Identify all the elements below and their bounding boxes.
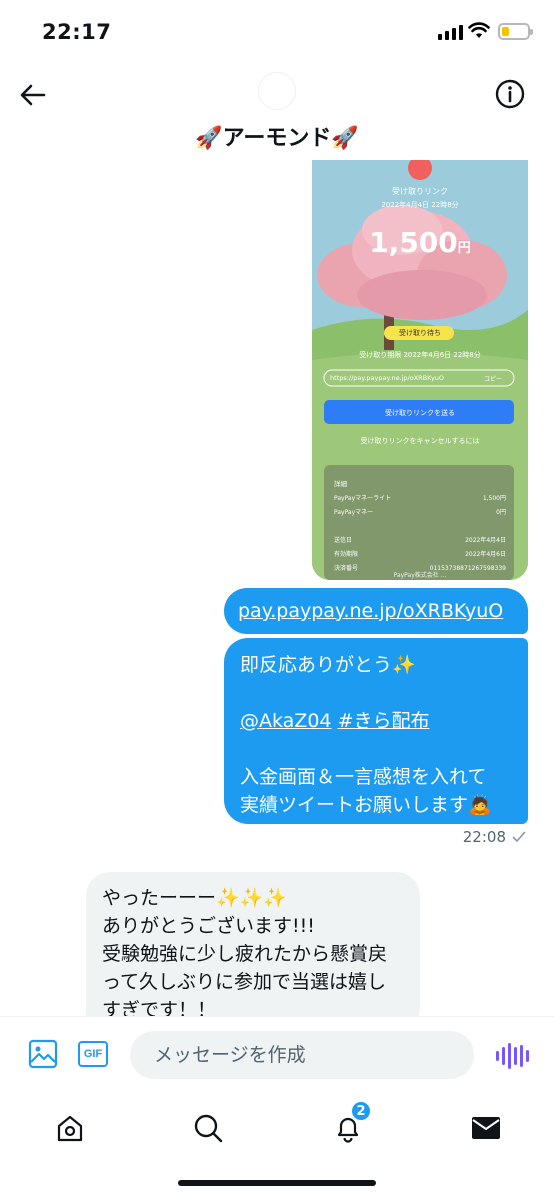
status-time: 22:17 bbox=[42, 20, 112, 44]
wifi-icon bbox=[468, 22, 490, 38]
details-row: 有効期限 2022年4月6日 bbox=[334, 551, 506, 558]
signal-icon bbox=[438, 24, 463, 40]
mention-link[interactable]: @AkaZ04 bbox=[240, 710, 332, 732]
outgoing-link-message[interactable]: pay.paypay.ne.jp/oXRBKyuO bbox=[224, 588, 528, 634]
message-line: 即反応ありがとう✨ bbox=[240, 654, 416, 676]
nav-search[interactable] bbox=[186, 1106, 230, 1150]
outgoing-text-message[interactable]: 即反応ありがとう✨ @AkaZ04 #きら配布 入金画面＆一言感想を入れて 実績… bbox=[224, 638, 528, 824]
paypay-expiry: 受け取り期限 2022年4月6日 22時8分 bbox=[359, 351, 481, 359]
status-bar: 22:17 bbox=[0, 0, 554, 64]
gif-icon[interactable]: GIF bbox=[78, 1041, 108, 1067]
amount-value: 1,500 bbox=[369, 226, 458, 259]
incoming-text: やったーーー✨✨✨ ありがとうございます!!! 受験勉強に少し疲れたから懸賞戻っ… bbox=[102, 887, 388, 1016]
incoming-text-message[interactable]: やったーーー✨✨✨ ありがとうございます!!! 受験勉強に少し疲れたから懸賞戻っ… bbox=[86, 872, 420, 1016]
message-timestamp: 22:08 bbox=[463, 828, 526, 846]
paypay-cancel: 受け取りリンクをキャンセルするには bbox=[360, 437, 480, 445]
nav-notifications[interactable]: 2 bbox=[326, 1100, 372, 1150]
avatar[interactable] bbox=[258, 72, 296, 110]
conversation-header: 🚀アーモンド🚀 bbox=[0, 64, 554, 160]
paypay-label: 受け取りリンク bbox=[392, 187, 448, 196]
back-arrow-icon[interactable] bbox=[18, 80, 48, 110]
paypay-status: 受け取り待ち bbox=[399, 329, 441, 337]
message-input[interactable] bbox=[130, 1031, 474, 1079]
paypay-link-text[interactable]: pay.paypay.ne.jp/oXRBKyuO bbox=[238, 600, 503, 622]
details-row: 送信日 2022年4月4日 bbox=[334, 537, 506, 544]
bottom-navigation: 2 bbox=[0, 1094, 554, 1200]
paypay-footer: PayPay株式会社 ... bbox=[393, 572, 447, 579]
info-icon[interactable] bbox=[494, 78, 526, 110]
nav-messages[interactable] bbox=[464, 1106, 508, 1150]
amount-currency: 円 bbox=[457, 241, 471, 256]
message-list[interactable]: 受け取りリンク 2022年4月4日 22時8分 1,500円 受け取り待ち 受け… bbox=[0, 160, 554, 1016]
details-row: PayPayマネーライト 1,500円 bbox=[334, 495, 506, 502]
message-line: 入金画面＆一言感想を入れて bbox=[240, 766, 487, 788]
image-icon[interactable] bbox=[28, 1039, 58, 1069]
check-icon bbox=[512, 831, 526, 843]
voice-message-icon[interactable] bbox=[496, 1043, 529, 1069]
nav-home[interactable] bbox=[48, 1106, 92, 1150]
sent-time: 22:08 bbox=[462, 828, 506, 846]
image-message[interactable]: 受け取りリンク 2022年4月4日 22時8分 1,500円 受け取り待ち 受け… bbox=[312, 160, 528, 580]
message-line: @AkaZ04 #きら配布 bbox=[240, 707, 512, 735]
details-row: PayPayマネー 0円 bbox=[334, 509, 506, 516]
paypay-link: https://pay.paypay.ne.jp/oXRBKyuO bbox=[330, 374, 445, 382]
hashtag-link[interactable]: #きら配布 bbox=[338, 710, 430, 732]
paypay-date: 2022年4月4日 22時8分 bbox=[381, 201, 459, 209]
mail-icon bbox=[472, 1117, 500, 1139]
paypay-amount: 1,500円 bbox=[312, 226, 528, 259]
search-icon bbox=[194, 1114, 223, 1143]
paypay-details: PayPayマネーライト 1,500円 PayPayマネー 0円 送信日 2022年4… bbox=[334, 492, 506, 576]
paypay-copy: コピー bbox=[484, 376, 503, 383]
message-composer: GIF bbox=[0, 1016, 554, 1094]
battery-icon bbox=[498, 23, 533, 40]
notification-badge: 2 bbox=[350, 1100, 372, 1122]
conversation-title[interactable]: 🚀アーモンド🚀 bbox=[0, 120, 554, 152]
paypay-screenshot: 受け取りリンク 2022年4月4日 22時8分 1,500円 受け取り待ち 受け… bbox=[312, 160, 528, 580]
paypay-send-button: 受け取りリンクを送る bbox=[385, 409, 455, 417]
home-icon bbox=[57, 1115, 83, 1142]
message-line: 実績ツイートお願いします🙇 bbox=[240, 794, 492, 816]
paypay-details-title: 詳細 bbox=[334, 480, 347, 488]
home-indicator bbox=[178, 1180, 376, 1186]
